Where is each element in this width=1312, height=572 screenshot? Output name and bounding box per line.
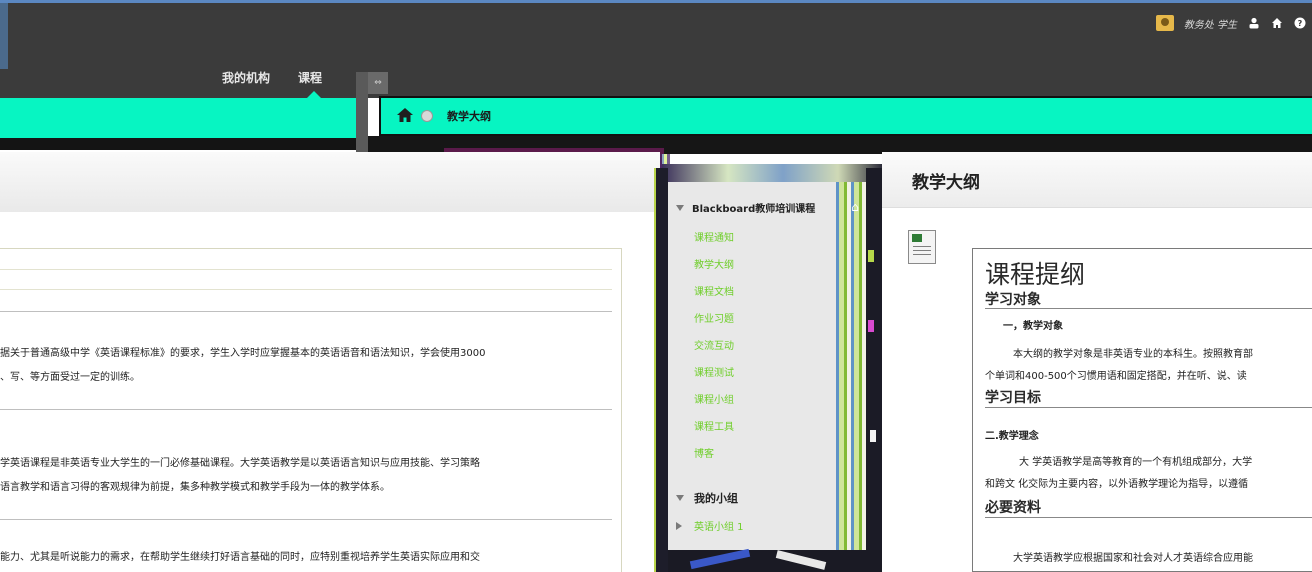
- decoration-mark: [868, 320, 874, 332]
- menu-item-syllabus[interactable]: 教学大纲: [694, 256, 734, 271]
- tab-institution[interactable]: 我的机构: [222, 69, 270, 86]
- breadcrumb-home-icon[interactable]: [397, 107, 413, 125]
- menu-home-icon[interactable]: ⌂: [848, 200, 862, 214]
- section-rule: [985, 308, 1312, 309]
- left-content-header: [0, 152, 660, 212]
- rule: [0, 289, 612, 290]
- person-icon[interactable]: [1247, 17, 1260, 30]
- group-item-label: 英语小组 1: [694, 522, 744, 533]
- section-rule: [985, 407, 1312, 408]
- top-header: 教务处 学生 ? 我的机构 课程: [0, 0, 1312, 99]
- menu-item-assignments[interactable]: 作业习题: [694, 310, 734, 325]
- section-heading: 学习对象: [985, 292, 1041, 308]
- section-subheading: 一，教学对象: [1003, 321, 1063, 332]
- breadcrumb-current: 教学大纲: [447, 110, 491, 123]
- body-text: 个单词和400-500个习惯用语和固定搭配，并在听、说、读: [985, 371, 1247, 382]
- body-text: 和跨文 化交际为主要内容，以外语教学理论为指导，以遵循: [985, 479, 1249, 490]
- section-heading: 必要资料: [985, 500, 1041, 516]
- document-icon: [908, 230, 936, 264]
- group-item[interactable]: 英语小组 1: [676, 518, 744, 533]
- left-dark-stripe: [0, 138, 356, 150]
- section-heading: 学习目标: [985, 390, 1041, 406]
- syllabus-title: 课程提纲: [985, 260, 1086, 289]
- help-icon[interactable]: ?: [1293, 17, 1306, 30]
- user-name[interactable]: 教务处 学生: [1184, 16, 1237, 31]
- course-title[interactable]: Blackboard教师培训课程: [676, 200, 815, 215]
- breadcrumb: 教学大纲: [379, 96, 1312, 136]
- tab-courses[interactable]: 课程: [298, 69, 323, 99]
- section-divider: [0, 311, 612, 312]
- menu-header-glitch: [662, 164, 882, 182]
- user-area: 教务处 学生 ?: [1155, 15, 1306, 31]
- menu-item-announcements[interactable]: 课程通知: [694, 229, 734, 244]
- section-divider: [0, 519, 612, 520]
- content-box: 据关于普通高级中学《英语课程标准》的要求，学生入学时应掌握基本的英语语音和语法知…: [0, 248, 622, 572]
- left-accent-band: [0, 98, 356, 138]
- para1-line2: 、写、等方面受过一定的训练。: [0, 372, 140, 383]
- my-groups-label: 我的小组: [694, 492, 738, 505]
- menu-edge: [866, 168, 882, 572]
- para3-line1: 能力、尤其是听说能力的需求，在帮助学生继续打好语言基础的同时，应特别重视培养学生…: [0, 552, 480, 563]
- svg-text:?: ?: [1297, 19, 1302, 28]
- menu-frame: [654, 168, 668, 572]
- my-groups-header[interactable]: 我的小组: [676, 490, 738, 506]
- section-rule: [985, 517, 1312, 518]
- left-content: 据关于普通高级中学《英语课程标准》的要求，学生入学时应掌握基本的英语语音和语法知…: [0, 212, 660, 572]
- menu-item-tests[interactable]: 课程测试: [694, 364, 734, 379]
- para2-line1: 学英语课程是非英语专业大学生的一门必修基础课程。大学英语教学是以英语语言知识与应…: [0, 458, 480, 469]
- menu-item-groups[interactable]: 课程小组: [694, 391, 734, 406]
- body-text: 大 学英语教学是高等教育的一个有机组成部分，大学: [1019, 457, 1253, 468]
- section-divider: [0, 409, 612, 410]
- user-avatar-icon[interactable]: [1155, 15, 1174, 31]
- para1-line1: 据关于普通高级中学《英语课程标准》的要求，学生入学时应掌握基本的英语语音和语法知…: [0, 348, 486, 359]
- main-tabs: 我的机构 课程: [222, 69, 323, 99]
- para2-line2: 语言教学和语言习得的客观规律为前提，集多种教学模式和教学手段为一体的教学体系。: [0, 482, 390, 493]
- course-title-label: Blackboard教师培训课程: [692, 204, 816, 215]
- collapse-icon[interactable]: [676, 204, 684, 211]
- page: 教务处 学生 ? 我的机构 课程 ⇔ 教学大纲 据关于普通高级中学《英语课程标准…: [0, 0, 1312, 572]
- syllabus-document: 课程提纲 学习对象 一，教学对象 本大纲的教学对象是非英语专业的本科生。按照教育…: [972, 248, 1312, 572]
- menu-item-discussion[interactable]: 交流互动: [694, 337, 734, 352]
- page-title: 教学大纲: [912, 173, 980, 193]
- menu-item-blog[interactable]: 博客: [694, 445, 714, 460]
- split-gutter: [356, 72, 368, 162]
- collapse-icon[interactable]: [676, 495, 684, 501]
- menu-item-tools[interactable]: 课程工具: [694, 418, 734, 433]
- decoration-mark: [868, 250, 874, 262]
- menu-toggle-handle[interactable]: ⇔: [368, 72, 388, 94]
- expand-icon[interactable]: [676, 521, 682, 530]
- section-subheading: 二.教学理念: [985, 431, 1039, 442]
- menu-item-documents[interactable]: 课程文档: [694, 283, 734, 298]
- body-text: 本大纲的教学对象是非英语专业的本科生。按照教育部: [1013, 349, 1253, 360]
- header-edge: [0, 3, 8, 69]
- body-text: 大学英语教学应根据国家和社会对人才英语综合应用能: [1013, 553, 1253, 564]
- decoration-mark: [870, 430, 876, 442]
- rule: [0, 269, 612, 270]
- home-icon[interactable]: [1270, 17, 1283, 30]
- breadcrumb-menu-icon[interactable]: [421, 110, 433, 122]
- menu-scrollbar[interactable]: [836, 182, 866, 550]
